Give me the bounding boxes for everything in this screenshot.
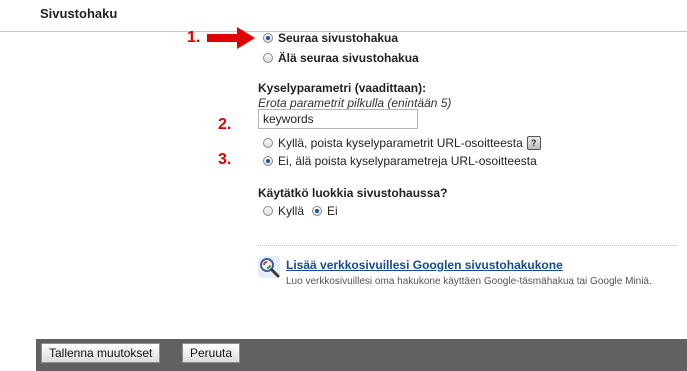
red-arrow-icon: [207, 27, 255, 49]
radio-categories-no[interactable]: [312, 206, 323, 216]
categories-options: Kyllä Ei: [263, 204, 338, 218]
radio-no-follow-label: Älä seuraa sivustohakua: [278, 51, 419, 65]
annotation-1: 1.: [187, 29, 201, 46]
categories-question: Käytätkö luokkia sivustohaussa?: [258, 186, 448, 200]
annotation-3: 3.: [218, 151, 232, 168]
section-header: Sivustohaku: [0, 0, 687, 32]
radio-button[interactable]: [263, 138, 273, 148]
save-button[interactable]: Tallenna muutokset: [41, 343, 161, 363]
footer-bar: Tallenna muutokset Peruuta: [36, 339, 687, 371]
radio-keep-params[interactable]: Ei, älä poista kyselyparametreja URL-oso…: [263, 154, 537, 168]
radio-button[interactable]: [263, 53, 273, 63]
radio-strip-label: Kyllä, poista kyselyparametrit URL-osoit…: [278, 136, 523, 150]
promo-description: Luo verkkosivuillesi oma hakukone käyttä…: [286, 276, 652, 287]
query-param-input[interactable]: [258, 109, 418, 129]
radio-keep-label: Ei, älä poista kyselyparametreja URL-oso…: [278, 154, 537, 168]
divider: [258, 245, 677, 246]
add-google-site-search-link[interactable]: Lisää verkkosivuillesi Googlen sivustoha…: [286, 258, 563, 272]
cancel-button[interactable]: Peruuta: [182, 343, 241, 363]
categories-no-label: Ei: [327, 204, 338, 218]
radio-no-follow-site-search[interactable]: Älä seuraa sivustohakua: [263, 51, 419, 65]
magnifier-icon: [258, 256, 280, 278]
section-title: Sivustohaku: [40, 6, 118, 21]
help-icon[interactable]: ?: [526, 136, 541, 150]
annotation-2: 2.: [218, 116, 232, 133]
radio-categories-yes[interactable]: [263, 206, 273, 216]
radio-strip-params[interactable]: Kyllä, poista kyselyparametrit URL-osoit…: [263, 136, 541, 150]
query-param-hint: Erota parametrit pilkulla (enintään 5): [258, 96, 452, 110]
radio-follow-site-search[interactable]: Seuraa sivustohakua: [263, 31, 398, 45]
query-param-label: Kyselyparametri (vaadittaan):: [258, 81, 427, 95]
radio-follow-label: Seuraa sivustohakua: [278, 31, 399, 45]
radio-button-checked[interactable]: [263, 33, 273, 43]
radio-button-checked[interactable]: [263, 156, 273, 166]
categories-yes-label: Kyllä: [278, 204, 305, 218]
